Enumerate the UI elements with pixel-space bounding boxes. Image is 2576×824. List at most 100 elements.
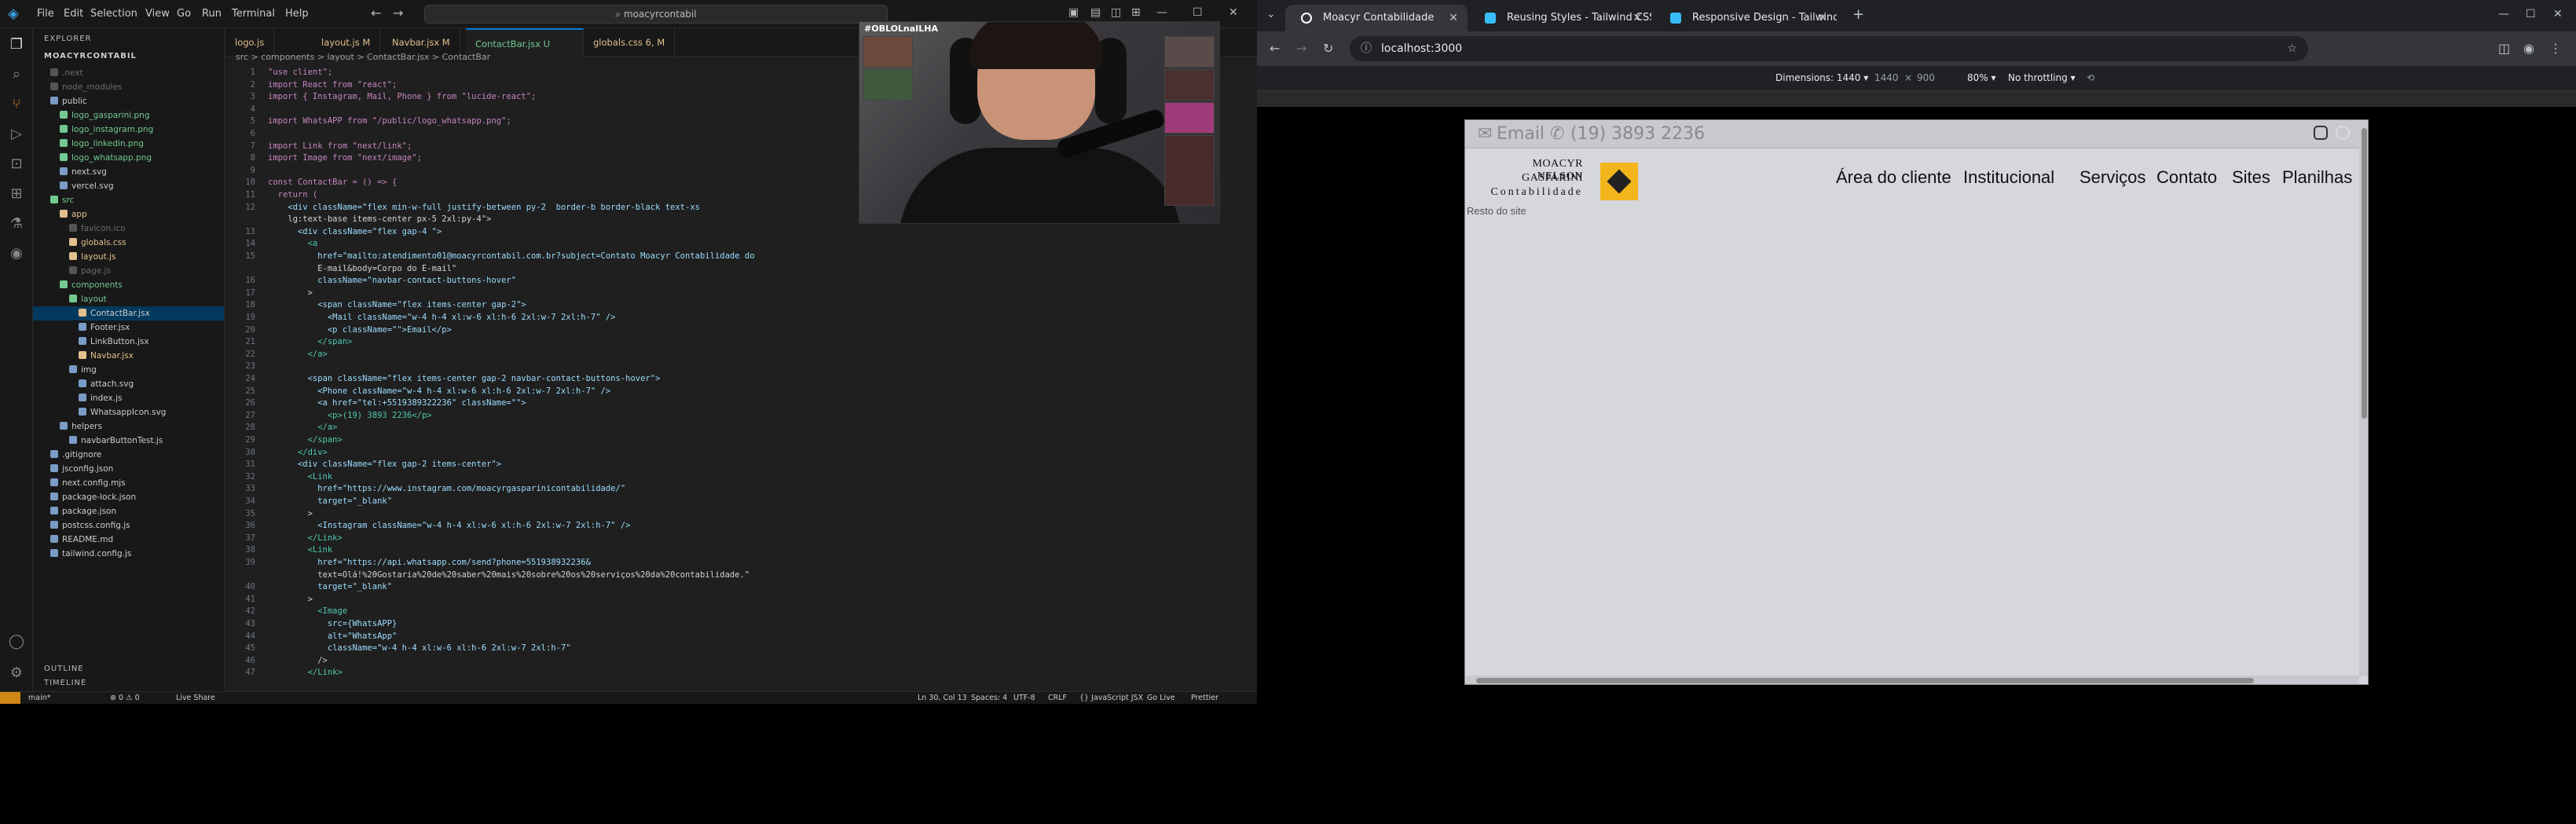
code-line[interactable]: > — [268, 593, 313, 606]
tree-item[interactable]: app — [33, 207, 224, 222]
live-share-status[interactable]: Live Share — [176, 692, 215, 704]
tree-item[interactable]: src — [33, 193, 224, 207]
code-line[interactable]: className="navbar-contact-buttons-hover" — [268, 274, 516, 287]
project-folder[interactable]: MOACYRCONTABIL — [44, 52, 137, 60]
tree-item[interactable]: layout — [33, 292, 224, 306]
profile-icon[interactable]: ◉ — [2523, 41, 2534, 56]
panel-toggle-icon[interactable]: ▤ — [1090, 6, 1101, 19]
maximize-icon[interactable]: ☐ — [1193, 6, 1203, 19]
tree-item[interactable]: navbarButtonTest.js — [33, 434, 224, 448]
search-icon[interactable]: ⌕ — [8, 66, 25, 83]
account-icon[interactable]: ◯ — [8, 633, 25, 650]
code-line[interactable]: /> — [268, 654, 328, 667]
tree-item[interactable]: postcss.config.js — [33, 518, 224, 533]
width-input[interactable]: 1440 — [1874, 72, 1899, 83]
tree-item[interactable]: globals.css — [33, 236, 224, 250]
menu-go[interactable]: Go — [170, 0, 198, 28]
menu-run[interactable]: Run — [195, 0, 229, 28]
tree-item[interactable]: layout.js — [33, 250, 224, 264]
dimensions-select[interactable]: Dimensions: 1440 ▾ — [1775, 72, 1868, 83]
tree-item[interactable]: favicon.ico — [33, 222, 224, 236]
forward-icon[interactable]: → — [1296, 41, 1306, 56]
close-tab-icon[interactable]: ✕ — [1818, 5, 1827, 31]
tree-item[interactable]: next.config.mjs — [33, 476, 224, 490]
code-line[interactable]: <span className="flex items-center gap-2… — [268, 372, 661, 385]
source-control-icon[interactable]: ⑂ — [8, 96, 25, 113]
site-logo[interactable]: MOACYR NELSON GASPARINI Contabilidade — [1489, 158, 1638, 205]
side-panel-icon[interactable]: ◫ — [2498, 41, 2510, 56]
code-line[interactable]: target="_blank" — [268, 580, 392, 593]
new-tab-icon[interactable]: + — [1852, 6, 1864, 23]
minimize-icon[interactable]: — — [1156, 6, 1167, 19]
vertical-scrollbar[interactable] — [2359, 120, 2368, 676]
code-line[interactable]: </Link> — [268, 532, 343, 544]
code-line[interactable]: </Link> — [268, 666, 343, 679]
mail-icon[interactable]: ✉ — [1478, 124, 1492, 145]
back-arrow-icon[interactable]: ← — [371, 5, 381, 20]
prettier[interactable]: Prettier — [1191, 692, 1218, 704]
nav-contato[interactable]: Contato — [2156, 167, 2217, 188]
code-line[interactable]: href="https://www.instagram.com/moacyrga… — [268, 482, 625, 495]
code-line[interactable]: </div> — [268, 446, 328, 459]
tree-item[interactable]: next.svg — [33, 165, 224, 179]
outline-section[interactable]: OUTLINE — [44, 665, 84, 673]
code-line[interactable]: </a> — [268, 421, 337, 434]
nav-institucional[interactable]: Institucional — [1963, 167, 2054, 188]
tree-item[interactable]: img — [33, 363, 224, 377]
code-line[interactable]: <div className="flex gap-4 "> — [268, 225, 442, 238]
rotate-icon[interactable]: ⟲ — [2087, 72, 2094, 83]
site-info-icon[interactable]: ⓘ — [1361, 36, 1372, 61]
breadcrumb[interactable]: src > components > layout > ContactBar.j… — [236, 52, 490, 62]
menu-terminal[interactable]: Terminal — [225, 0, 282, 28]
remote-icon[interactable]: ⊡ — [8, 156, 25, 173]
chrome-tab-responsive[interactable]: Responsive Design - Tailwind C ✕ — [1654, 5, 1837, 31]
close-tab-icon[interactable]: ✕ — [1449, 5, 1458, 31]
tree-item[interactable]: package.json — [33, 504, 224, 518]
tree-item[interactable]: components — [33, 278, 224, 292]
code-line[interactable]: import Link from "next/link"; — [268, 140, 412, 152]
code-line[interactable]: </span> — [268, 335, 352, 348]
zoom-select[interactable]: 80% ▾ — [1967, 72, 1996, 83]
sidebar-toggle-icon[interactable]: ◫ — [1111, 6, 1121, 19]
close-tab-icon[interactable]: ✕ — [1632, 5, 1642, 31]
code-line[interactable]: <Phone className="w-4 h-4 xl:w-6 xl:h-6 … — [268, 385, 610, 397]
extensions-icon[interactable]: ⊞ — [8, 185, 25, 203]
menu-kebab-icon[interactable]: ⋮ — [2549, 41, 2562, 56]
settings-gear-icon[interactable]: ⚙ — [8, 665, 25, 682]
customize-layout-icon[interactable]: ⊞ — [1131, 6, 1141, 19]
height-input[interactable]: 900 — [1917, 72, 1935, 83]
code-line[interactable]: text=Olá!%20Gostaria%20de%20saber%20mais… — [268, 569, 749, 581]
code-line[interactable]: E-mail&body=Corpo do E-mail" — [268, 262, 456, 275]
code-line[interactable]: > — [268, 287, 313, 299]
nav-sites[interactable]: Sites — [2232, 167, 2270, 188]
code-line[interactable]: href="mailto:atendimento01@moacyrcontabi… — [268, 250, 754, 262]
back-icon[interactable]: ← — [1270, 41, 1280, 56]
tree-item[interactable]: public — [33, 94, 224, 108]
code-line[interactable]: <span className="flex items-center gap-2… — [268, 298, 526, 311]
code-line[interactable]: <a href="tel:+5519389322236" className="… — [268, 397, 526, 409]
tree-item[interactable]: WhatsappIcon.svg — [33, 405, 224, 419]
code-line[interactable]: href="https://api.whatsapp.com/send?phon… — [268, 556, 591, 569]
code-line[interactable]: <Mail className="w-4 h-4 xl:w-6 xl:h-6 2… — [268, 311, 616, 324]
problems-status[interactable]: ⊗ 0 ⚠ 0 — [110, 692, 140, 704]
run-debug-icon[interactable]: ▷ — [8, 126, 25, 143]
code-line[interactable]: </span> — [268, 434, 343, 446]
code-line[interactable]: <div className="flex min-w-full justify-… — [268, 201, 700, 214]
code-line[interactable]: import Image from "next/image"; — [268, 152, 422, 164]
nav-area-cliente[interactable]: Área do cliente — [1836, 167, 1951, 188]
indentation[interactable]: Spaces: 4 — [971, 692, 1007, 704]
menu-selection[interactable]: Selection — [83, 0, 145, 28]
code-line[interactable]: src={WhatsAPP} — [268, 617, 398, 630]
address-bar[interactable]: ⓘ localhost:3000 ☆ — [1350, 36, 2308, 61]
nav-planilhas[interactable]: Planilhas — [2282, 167, 2352, 188]
tree-item[interactable]: node_modules — [33, 80, 224, 94]
whatsapp-icon[interactable] — [2336, 126, 2350, 140]
tree-item[interactable]: tailwind.config.js — [33, 547, 224, 561]
layout-toggle-icon[interactable]: ▣ — [1068, 6, 1079, 19]
testing-icon[interactable]: ⚗ — [8, 215, 25, 233]
code-line[interactable]: <p className="">Email</p> — [268, 324, 452, 336]
tab-globals[interactable]: globals.css 6, M — [584, 28, 676, 57]
tree-item[interactable]: LinkButton.jsx — [33, 335, 224, 349]
bookmark-star-icon[interactable]: ☆ — [2287, 36, 2297, 61]
go-live[interactable]: Go Live — [1147, 692, 1175, 704]
